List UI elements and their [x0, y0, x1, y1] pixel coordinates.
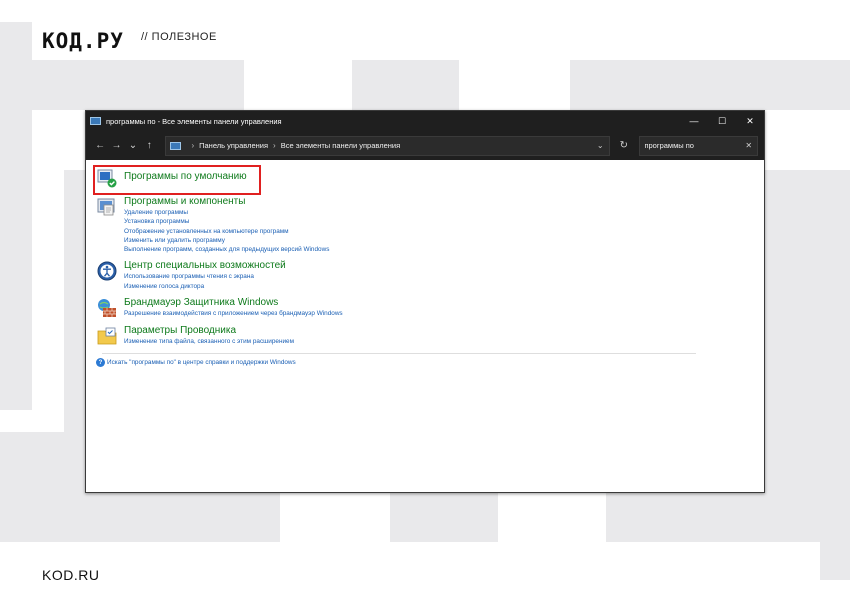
footer-brand: KOD.RU: [42, 567, 100, 583]
category-link[interactable]: Установка программы: [124, 217, 329, 226]
default-programs-icon: [97, 169, 117, 188]
category-link[interactable]: Изменить или удалить программу: [124, 236, 329, 245]
category-title[interactable]: Программы по умолчанию: [124, 171, 247, 183]
category-firewall: Брандмауэр Защитника Windows Разрешение …: [94, 297, 756, 319]
control-panel-icon: [90, 117, 101, 125]
category-link[interactable]: Отображение установленных на компьютере …: [124, 227, 329, 236]
explorer-options-icon: [97, 327, 117, 345]
bg-block: [570, 60, 850, 110]
breadcrumb-separator: ›: [273, 141, 276, 150]
category-title[interactable]: Центр специальных возможностей: [124, 260, 286, 272]
bg-block: [352, 60, 459, 110]
bg-block: [820, 542, 850, 580]
category-title[interactable]: Брандмауэр Защитника Windows: [124, 297, 343, 309]
bg-block: [32, 60, 244, 110]
firewall-icon: [98, 299, 116, 318]
help-link[interactable]: ? Искать "программы по" в центре справки…: [96, 358, 756, 368]
brand-logo: КОД.РУ: [42, 29, 124, 53]
navigation-bar: ← → ⌄ ↑ › Панель управления › Все элемен…: [86, 131, 764, 160]
bg-block: [390, 493, 498, 542]
category-link[interactable]: Изменение голоса диктора: [124, 282, 286, 291]
programs-features-icon: [97, 198, 115, 216]
section-label: // ПОЛЕЗНОЕ: [141, 31, 217, 43]
category-link[interactable]: Разрешение взаимодействия с приложением …: [124, 309, 343, 318]
bg-block: [64, 170, 86, 432]
maximize-button[interactable]: ☐: [708, 111, 736, 131]
address-bar[interactable]: › Панель управления › Все элементы панел…: [165, 135, 611, 156]
breadcrumb-separator: ›: [191, 141, 195, 150]
bg-block: [765, 170, 850, 432]
close-button[interactable]: ✕: [736, 111, 764, 131]
breadcrumb-control-panel[interactable]: Панель управления: [199, 141, 268, 150]
category-title[interactable]: Параметры Проводника: [124, 325, 294, 337]
breadcrumb-all-items[interactable]: Все элементы панели управления: [281, 141, 400, 150]
refresh-icon[interactable]: ↻: [614, 136, 633, 156]
search-input[interactable]: [644, 141, 745, 150]
category-link[interactable]: Выполнение программ, созданных для преды…: [124, 245, 329, 254]
control-panel-icon: [170, 141, 182, 150]
category-link[interactable]: Изменение типа файла, связанного с этим …: [124, 337, 294, 346]
control-panel-window: программы по - Все элементы панели управ…: [85, 110, 765, 493]
category-link[interactable]: Удаление программы: [124, 208, 329, 217]
results-pane: Программы по умолчанию Программы и компо…: [86, 160, 764, 374]
clear-search-icon[interactable]: ✕: [745, 141, 752, 150]
bg-block: [0, 22, 32, 410]
up-arrow-icon[interactable]: ↑: [141, 136, 157, 156]
title-bar: программы по - Все элементы панели управ…: [86, 111, 764, 131]
back-arrow-icon[interactable]: ←: [92, 136, 108, 156]
category-explorer-options: Параметры Проводника Изменение типа файл…: [94, 325, 756, 347]
category-programs-features: Программы и компоненты Удаление программ…: [94, 196, 756, 254]
forward-arrow-icon[interactable]: →: [108, 136, 124, 156]
window-title: программы по - Все элементы панели управ…: [106, 116, 282, 126]
category-default-programs: Программы по умолчанию: [94, 167, 756, 189]
search-box[interactable]: ✕: [639, 135, 759, 156]
category-link[interactable]: Использование программы чтения с экрана: [124, 272, 286, 281]
minimize-button[interactable]: —: [680, 111, 708, 131]
ease-of-access-icon: [97, 261, 117, 281]
help-link-text[interactable]: Искать "программы по" в центре справки и…: [107, 359, 296, 366]
divider: [102, 353, 696, 355]
recent-locations-icon[interactable]: ⌄: [125, 136, 141, 156]
help-icon: ?: [96, 358, 105, 368]
chevron-down-icon[interactable]: ⌄: [591, 141, 609, 150]
category-ease-of-access: Центр специальных возможностей Использов…: [94, 260, 756, 291]
category-title[interactable]: Программы и компоненты: [124, 196, 329, 208]
